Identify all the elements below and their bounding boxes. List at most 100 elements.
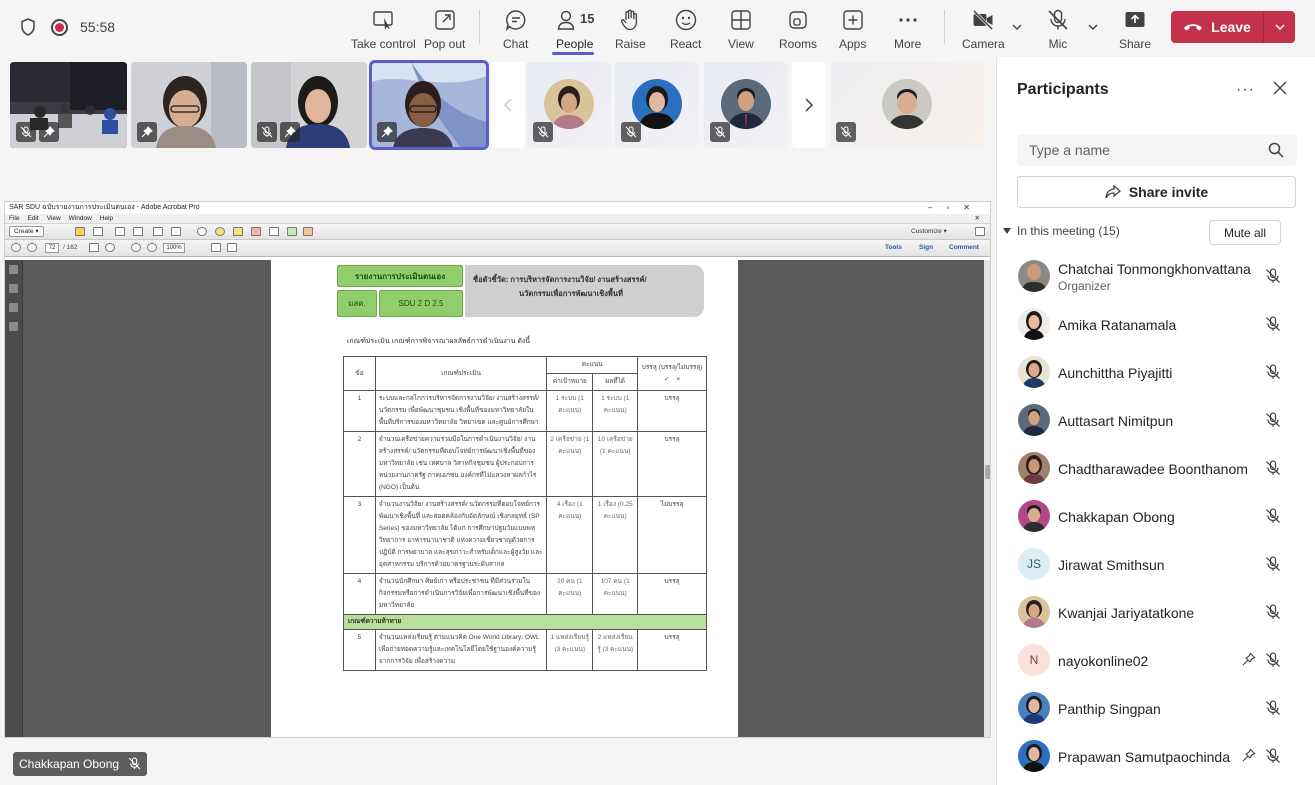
print-icon[interactable]: [133, 227, 143, 236]
mic-off-icon[interactable]: [1265, 652, 1281, 668]
sticky-note-icon[interactable]: [233, 227, 243, 236]
mic-off-icon[interactable]: [1265, 460, 1281, 476]
in-meeting-section-toggle[interactable]: In this meeting (15): [1003, 224, 1120, 238]
participant-row[interactable]: N nayokonline02: [997, 636, 1315, 684]
stamp-icon[interactable]: [251, 227, 261, 236]
cloud-icon[interactable]: [115, 227, 125, 236]
document-scrollbar[interactable]: [984, 260, 990, 737]
participant-row[interactable]: Amika Ratanamala: [997, 300, 1315, 348]
strip-next-button[interactable]: [792, 62, 826, 148]
avatar-tile[interactable]: [527, 62, 611, 148]
mic-off-icon[interactable]: [1265, 316, 1281, 332]
mic-button[interactable]: Mic: [1046, 6, 1070, 52]
sign-icon[interactable]: [303, 227, 313, 236]
participant-row[interactable]: Auttasart Nimitpun: [997, 396, 1315, 444]
document-area[interactable]: รายงานการประเมินตนเอง มสด. SDU 2 D 2.5 ช…: [5, 260, 990, 737]
pin-icon[interactable]: [1241, 652, 1256, 667]
share-button[interactable]: Share: [1119, 6, 1151, 52]
raise-hand-button[interactable]: Raise: [615, 6, 646, 52]
participant-row[interactable]: Chadtharawadee Boonthanom: [997, 444, 1315, 492]
take-control-button[interactable]: Take control: [351, 6, 416, 52]
leave-main[interactable]: Leave: [1171, 19, 1263, 35]
mute-all-button[interactable]: Mute all: [1209, 220, 1281, 245]
mic-off-icon[interactable]: [1265, 412, 1281, 428]
settings-icon[interactable]: [197, 227, 207, 236]
menu-window[interactable]: Window: [69, 215, 92, 222]
participant-row[interactable]: Kwanjai Jariyatatkone: [997, 588, 1315, 636]
export-icon[interactable]: [287, 227, 297, 236]
zoom-in-icon[interactable]: [147, 243, 157, 252]
mic-off-icon[interactable]: [1265, 364, 1281, 380]
chat-button[interactable]: Chat: [503, 6, 528, 52]
participant-row[interactable]: Chatchai Tonmongkhonvattana Organizer: [997, 252, 1315, 300]
participant-row[interactable]: Aunchittha Piyajitti: [997, 348, 1315, 396]
participant-row[interactable]: Chakkapan Obong: [997, 492, 1315, 540]
menu-file[interactable]: File: [9, 215, 19, 222]
page-number-input[interactable]: 72: [45, 243, 59, 253]
pages-icon[interactable]: [9, 265, 18, 274]
open-icon[interactable]: [75, 227, 85, 236]
close-icon[interactable]: [1273, 81, 1287, 95]
signature-icon[interactable]: [9, 322, 18, 331]
mic-off-icon[interactable]: [1265, 556, 1281, 572]
edit-icon[interactable]: [153, 227, 163, 236]
comment-bubble-icon[interactable]: [215, 227, 225, 236]
strip-previous-button[interactable]: [491, 62, 525, 148]
pin-icon[interactable]: [1241, 748, 1256, 763]
attach-icon[interactable]: [269, 227, 279, 236]
expand-icon[interactable]: [975, 227, 985, 236]
participant-row[interactable]: JS Jirawat Smithsun: [997, 540, 1315, 588]
camera-options-chevron-icon[interactable]: [1011, 21, 1023, 33]
page-down-icon[interactable]: [27, 243, 37, 252]
tools-link[interactable]: Tools: [885, 244, 902, 251]
create-button[interactable]: Create ▾: [9, 226, 44, 237]
video-tile-participant[interactable]: [131, 62, 247, 148]
video-tile-participant[interactable]: [251, 62, 367, 148]
more-button[interactable]: More: [894, 6, 921, 52]
view-button[interactable]: View: [728, 6, 754, 52]
participant-search-input[interactable]: [1017, 134, 1297, 166]
bookmark-icon[interactable]: [9, 284, 18, 293]
email-icon[interactable]: [171, 227, 181, 236]
shared-screen[interactable]: SAR SDU ฉบับรายงานการประเมินตนเอง - Adob…: [4, 201, 991, 738]
shield-icon[interactable]: [18, 17, 38, 37]
scrollbar-thumb[interactable]: [985, 465, 990, 479]
mic-options-chevron-icon[interactable]: [1087, 21, 1099, 33]
avatar-tile[interactable]: [615, 62, 699, 148]
select-tool-icon[interactable]: [89, 243, 99, 252]
mic-off-icon[interactable]: [1265, 508, 1281, 524]
participant-row[interactable]: Panthip Singpan: [997, 684, 1315, 732]
comment-link[interactable]: Comment: [949, 244, 979, 251]
mic-off-icon[interactable]: [1265, 604, 1281, 620]
page-up-icon[interactable]: [11, 243, 21, 252]
zoom-input[interactable]: 100%: [163, 243, 185, 253]
avatar-tile[interactable]: [704, 62, 788, 148]
zoom-out-icon[interactable]: [131, 243, 141, 252]
menu-view[interactable]: View: [47, 215, 61, 222]
fit-page-icon[interactable]: [211, 243, 221, 252]
rooms-button[interactable]: Rooms: [779, 6, 817, 52]
mic-off-icon[interactable]: [1265, 748, 1281, 764]
attachment-icon[interactable]: [9, 303, 18, 312]
camera-button[interactable]: Camera: [962, 6, 1005, 52]
mic-off-icon[interactable]: [1265, 268, 1281, 284]
leave-options-button[interactable]: [1264, 21, 1295, 33]
speaker-tile[interactable]: [830, 62, 985, 148]
react-button[interactable]: React: [670, 6, 701, 52]
customize-dropdown[interactable]: Customize ▾: [911, 227, 947, 235]
mic-off-icon[interactable]: [1265, 700, 1281, 716]
more-options-icon[interactable]: ···: [1236, 81, 1255, 99]
pop-out-button[interactable]: Pop out: [424, 6, 465, 52]
search-icon[interactable]: [1268, 142, 1284, 158]
share-invite-button[interactable]: Share invite: [1017, 176, 1296, 208]
video-tile-selected[interactable]: [369, 60, 489, 150]
fit-width-icon[interactable]: [227, 243, 237, 252]
sign-link[interactable]: Sign: [919, 244, 933, 251]
menu-help[interactable]: Help: [100, 215, 113, 222]
leave-button[interactable]: Leave: [1171, 11, 1295, 43]
people-button[interactable]: 15 People: [556, 6, 594, 52]
apps-button[interactable]: Apps: [839, 6, 866, 52]
menu-edit[interactable]: Edit: [27, 215, 38, 222]
video-tile-room[interactable]: [10, 62, 127, 148]
participant-row[interactable]: Prapawan Samutpaochinda: [997, 732, 1315, 780]
